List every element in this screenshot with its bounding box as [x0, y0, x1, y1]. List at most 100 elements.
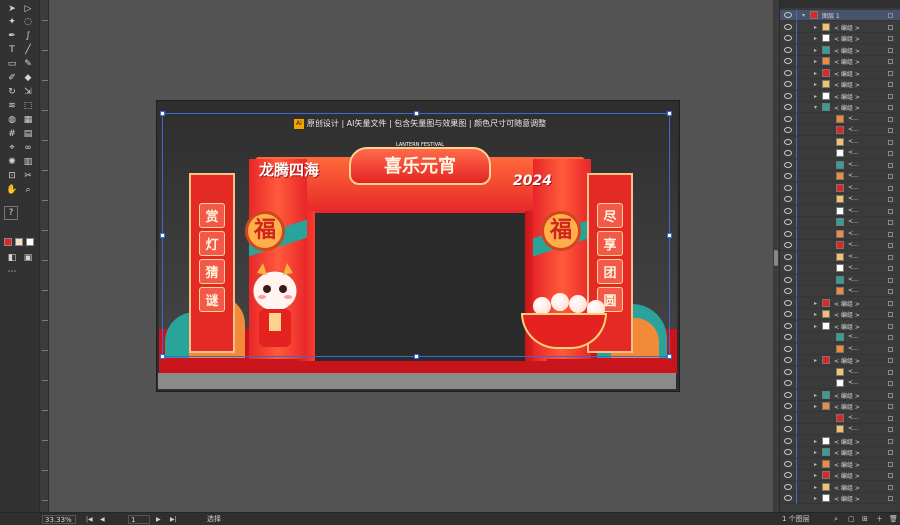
target-circle-icon[interactable] — [888, 473, 893, 478]
path-layer-row[interactable]: <... — [780, 240, 900, 251]
group-layer-row[interactable]: ▸ < 编组 > — [780, 67, 900, 79]
visibility-eye-icon[interactable] — [784, 437, 792, 444]
expand-chevron-icon[interactable]: ▸ — [814, 81, 817, 88]
scrollbar-thumb[interactable] — [774, 250, 778, 266]
visibility-eye-icon[interactable] — [784, 161, 792, 168]
zoom-level-field[interactable]: 33.33% — [42, 515, 76, 524]
zoom-tool-icon[interactable]: ⌕ — [20, 184, 36, 196]
expand-chevron-icon[interactable]: ▸ — [814, 438, 817, 445]
expand-chevron-icon[interactable]: ▸ — [814, 70, 817, 77]
width-tool-icon[interactable]: ≋ — [4, 100, 20, 112]
visibility-eye-icon[interactable] — [784, 196, 792, 202]
group-layer-row[interactable]: ▸ < 编组 > — [780, 56, 900, 67]
visibility-eye-icon[interactable] — [784, 368, 792, 375]
group-layer-row[interactable]: ▸ < 编组 > — [780, 435, 900, 447]
group-layer-row[interactable]: ▸ < 编组 > — [780, 309, 900, 320]
selection-tool-icon[interactable]: ➤ — [4, 3, 20, 15]
shaper-tool-icon[interactable]: ✐ — [4, 72, 20, 84]
layer-name[interactable]: <... — [848, 287, 859, 294]
visibility-eye-icon[interactable] — [784, 23, 792, 30]
target-circle-icon[interactable] — [888, 438, 893, 444]
perspective-grid-tool-icon[interactable]: ▦ — [20, 114, 36, 126]
visibility-eye-icon[interactable] — [784, 104, 792, 110]
group-layer-row[interactable]: ▸ < 编组 > — [780, 470, 900, 481]
layer-name[interactable]: <... — [848, 115, 859, 122]
group-layer-row[interactable]: ▸ < 编组 > — [780, 44, 900, 56]
layer-name[interactable]: < 编组 > — [834, 69, 860, 78]
rotate-tool-icon[interactable]: ↻ — [4, 86, 20, 98]
visibility-eye-icon[interactable] — [784, 472, 792, 478]
path-layer-row[interactable]: <... — [780, 366, 900, 378]
type-tool-icon[interactable]: T — [4, 44, 20, 56]
expand-chevron-icon[interactable]: ▸ — [814, 357, 817, 364]
visibility-eye-icon[interactable] — [784, 219, 792, 225]
hand-tool-icon[interactable]: ✋ — [4, 184, 20, 196]
mesh-tool-icon[interactable]: # — [4, 128, 20, 140]
layer-name[interactable]: <... — [848, 218, 859, 225]
target-circle-icon[interactable] — [888, 231, 893, 237]
group-layer-row[interactable]: ▸ < 编组 > — [780, 401, 900, 412]
path-layer-row[interactable]: <... — [780, 332, 900, 343]
layer-name[interactable]: < 编组 > — [834, 460, 860, 469]
target-circle-icon[interactable] — [888, 415, 893, 421]
visibility-eye-icon[interactable] — [784, 115, 792, 122]
stroke-swatch[interactable] — [15, 238, 23, 246]
locate-object-icon[interactable]: ⌕ — [834, 515, 838, 524]
visibility-eye-icon[interactable] — [784, 288, 792, 294]
expand-chevron-icon[interactable]: ▸ — [814, 24, 817, 31]
visibility-eye-icon[interactable] — [784, 150, 792, 156]
layer-name[interactable]: < 编组 > — [834, 310, 860, 319]
shape-builder-tool-icon[interactable]: ◍ — [4, 114, 20, 126]
new-sublayer-icon[interactable]: ⊞ — [862, 515, 868, 524]
visibility-eye-icon[interactable] — [784, 483, 792, 490]
fill-swatch[interactable] — [4, 238, 12, 246]
visibility-eye-icon[interactable] — [784, 35, 792, 41]
visibility-eye-icon[interactable] — [784, 391, 792, 398]
last-artboard-icon[interactable]: ▶| — [170, 515, 177, 524]
more-tools-icon[interactable]: ⋯ — [4, 266, 20, 278]
artboard[interactable]: 赏 灯 猜 谜 尽 享 团 圆 福 福 Ai 原创设计 | AI矢量文件 | 包含… — [156, 100, 680, 392]
group-layer-row[interactable]: ▸ < 编组 > — [780, 481, 900, 493]
layer-name[interactable]: < 编组 > — [834, 34, 860, 43]
target-circle-icon[interactable] — [888, 220, 893, 225]
next-artboard-icon[interactable]: ▶ — [156, 515, 161, 524]
group-layer-row[interactable]: ▸ < 编组 > — [780, 21, 900, 33]
layer-name[interactable]: <... — [848, 126, 859, 133]
target-circle-icon[interactable] — [888, 346, 893, 352]
layer-name[interactable]: <... — [848, 425, 859, 432]
target-circle-icon[interactable] — [888, 496, 893, 501]
expand-chevron-icon[interactable]: ▸ — [814, 472, 817, 479]
expand-chevron-icon[interactable]: ▸ — [814, 461, 817, 468]
path-layer-row[interactable]: <... — [780, 113, 900, 125]
visibility-eye-icon[interactable] — [784, 311, 792, 317]
path-layer-row[interactable]: <... — [780, 251, 900, 263]
target-circle-icon[interactable] — [888, 36, 893, 41]
group-layer-row[interactable]: ▸ < 编组 > — [780, 297, 900, 309]
path-layer-row[interactable]: <... — [780, 343, 900, 355]
eyedropper-tool-icon[interactable]: ⌖ — [4, 142, 20, 154]
expand-chevron-icon[interactable]: ▾ — [814, 104, 817, 111]
target-circle-icon[interactable] — [888, 47, 893, 53]
target-circle-icon[interactable] — [888, 185, 893, 191]
target-circle-icon[interactable] — [888, 13, 893, 18]
expand-chevron-icon[interactable]: ▸ — [814, 403, 817, 410]
layer-name[interactable]: < 编组 > — [834, 448, 860, 457]
path-layer-row[interactable]: <... — [780, 205, 900, 217]
target-circle-icon[interactable] — [888, 277, 893, 283]
target-circle-icon[interactable] — [888, 105, 893, 110]
target-circle-icon[interactable] — [888, 484, 893, 490]
scale-tool-icon[interactable]: ⇲ — [20, 86, 36, 98]
visibility-eye-icon[interactable] — [784, 460, 792, 467]
lasso-tool-icon[interactable]: ◌ — [20, 16, 36, 28]
visibility-eye-icon[interactable] — [784, 242, 792, 248]
path-layer-row[interactable]: <... — [780, 412, 900, 424]
target-circle-icon[interactable] — [888, 392, 893, 398]
visibility-eye-icon[interactable] — [784, 69, 792, 76]
target-circle-icon[interactable] — [888, 59, 893, 64]
target-circle-icon[interactable] — [888, 174, 893, 179]
layer-name[interactable]: < 编组 > — [834, 23, 860, 32]
layer-name[interactable]: < 编组 > — [834, 322, 860, 331]
layer-name[interactable]: <... — [848, 379, 859, 386]
layer-name[interactable]: <... — [848, 172, 859, 179]
visibility-eye-icon[interactable] — [784, 92, 792, 99]
